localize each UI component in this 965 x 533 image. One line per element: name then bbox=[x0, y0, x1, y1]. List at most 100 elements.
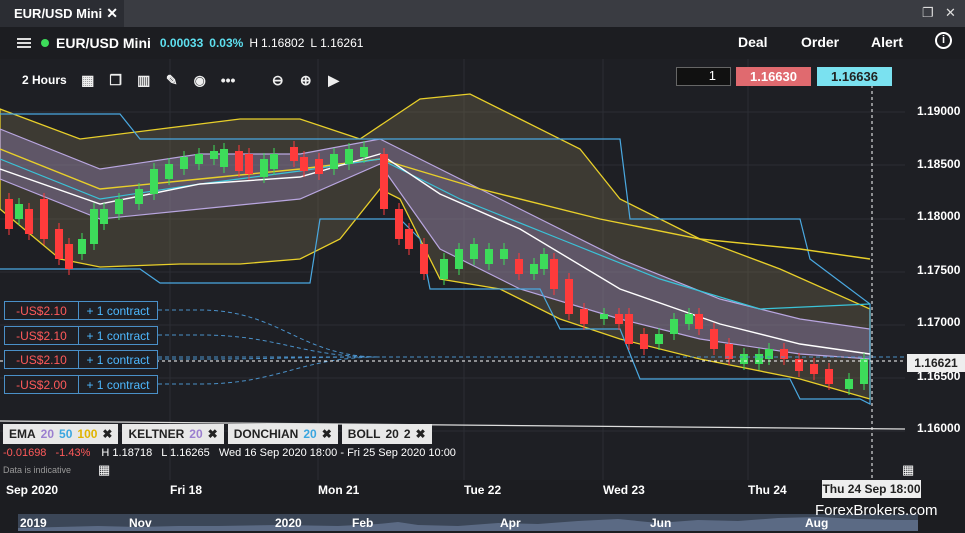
restore-window-icon[interactable]: ❐ bbox=[922, 5, 934, 21]
candle bbox=[5, 199, 13, 229]
candle bbox=[485, 249, 493, 264]
candle bbox=[515, 259, 523, 274]
candle bbox=[440, 259, 448, 279]
candle bbox=[860, 359, 868, 384]
candle bbox=[150, 169, 158, 194]
indicator-ema[interactable]: EMA 20 50 100 ✖ bbox=[3, 424, 119, 444]
close-icon[interactable]: ✕ bbox=[106, 5, 118, 22]
indicator-param: 20 bbox=[303, 427, 317, 441]
indicator-param: 20 bbox=[385, 427, 399, 441]
candle bbox=[330, 154, 338, 169]
alert-button[interactable]: Alert bbox=[871, 34, 903, 50]
candle bbox=[55, 229, 63, 259]
sell-price-button[interactable]: 1.16630 bbox=[736, 67, 811, 86]
play-icon[interactable]: ▶ bbox=[327, 73, 341, 87]
candle bbox=[695, 314, 703, 329]
remove-indicator-icon[interactable]: ✖ bbox=[322, 427, 332, 441]
candle bbox=[245, 154, 253, 174]
candle bbox=[180, 157, 188, 169]
candle bbox=[740, 354, 748, 364]
calendar-icon[interactable]: ▦ bbox=[902, 462, 914, 478]
candle bbox=[625, 314, 633, 344]
working-order[interactable]: -US$2.10 + 1 contract bbox=[4, 350, 158, 369]
candle bbox=[380, 154, 388, 209]
buy-price-button[interactable]: 1.16636 bbox=[817, 67, 892, 86]
info-icon[interactable]: i bbox=[935, 32, 952, 49]
candle bbox=[810, 364, 818, 374]
candle bbox=[755, 354, 763, 364]
market-status-dot bbox=[41, 39, 49, 47]
x-axis: Sep 2020 Fri 18 Mon 21 Tue 22 Wed 23 Thu… bbox=[0, 480, 965, 498]
high-value: 1.16802 bbox=[260, 36, 305, 50]
draw-icon[interactable]: ✎ bbox=[165, 73, 179, 87]
more-icon[interactable]: ••• bbox=[221, 73, 236, 87]
candle bbox=[470, 244, 478, 259]
y-tick: 1.19000 bbox=[917, 104, 961, 118]
change-pct: 0.03% bbox=[209, 36, 244, 50]
quantity-input[interactable]: 1 bbox=[676, 67, 731, 86]
indicator-param: 20 bbox=[189, 427, 203, 441]
remove-indicator-icon[interactable]: ✖ bbox=[208, 427, 218, 441]
indicator-donchian[interactable]: DONCHIAN 20 ✖ bbox=[227, 424, 338, 444]
candle bbox=[565, 279, 573, 314]
indicator-param: 20 bbox=[40, 427, 55, 441]
instrument-toolbar: EUR/USD Mini 0.00033 0.03% H 1.16802 L 1… bbox=[0, 27, 965, 59]
symbol-label[interactable]: EUR/USD Mini bbox=[56, 35, 151, 51]
navigator-track[interactable]: 2019 Nov 2020 Feb Apr Jun Aug bbox=[18, 514, 918, 531]
menu-icon[interactable] bbox=[17, 36, 31, 50]
candle bbox=[315, 159, 323, 174]
close-window-icon[interactable]: ✕ bbox=[945, 5, 956, 21]
range-low: L 1.16265 bbox=[161, 447, 210, 459]
zoom-out-icon[interactable]: ⊖ bbox=[271, 73, 285, 87]
candle bbox=[165, 164, 173, 179]
indicative-note: Data is indicative bbox=[3, 465, 72, 475]
order-connector bbox=[158, 309, 381, 358]
candle bbox=[195, 154, 203, 164]
candle bbox=[115, 199, 123, 214]
indicator-param: 50 bbox=[59, 427, 73, 441]
candle bbox=[825, 369, 833, 384]
timeframe-selector[interactable]: 2 Hours bbox=[22, 73, 67, 87]
templates-icon[interactable]: ❐ bbox=[109, 73, 123, 87]
eye-icon[interactable]: ◉ bbox=[193, 73, 207, 87]
zoom-in-icon[interactable]: ⊕ bbox=[299, 73, 313, 87]
order-contract: + 1 contract bbox=[86, 352, 150, 367]
order-button[interactable]: Order bbox=[801, 34, 839, 50]
chart-type-icon[interactable]: ▥ bbox=[137, 73, 151, 87]
candle bbox=[600, 314, 608, 319]
deal-button[interactable]: Deal bbox=[738, 34, 768, 50]
indicator-keltner[interactable]: KELTNER 20 ✖ bbox=[122, 424, 224, 444]
chart-area[interactable] bbox=[0, 59, 965, 480]
current-price-label: 1.16621 bbox=[907, 354, 965, 372]
range-high: H 1.18718 bbox=[101, 447, 153, 459]
candle bbox=[530, 264, 538, 274]
remove-indicator-icon[interactable]: ✖ bbox=[102, 427, 112, 441]
order-amount: -US$2.00 bbox=[5, 376, 79, 393]
calendar-icon[interactable]: ▦ bbox=[98, 462, 110, 478]
order-amount: -US$2.10 bbox=[5, 302, 79, 319]
tab-bar: EUR/USD Mini ✕ ❐ ✕ bbox=[0, 0, 965, 27]
candle bbox=[270, 154, 278, 169]
x-tick: Fri 18 bbox=[170, 483, 203, 497]
working-order[interactable]: -US$2.10 + 1 contract bbox=[4, 326, 158, 345]
indicator-boll[interactable]: BOLL 20 2 ✖ bbox=[341, 424, 432, 444]
x-tick: Thu 24 bbox=[748, 483, 787, 497]
order-amount: -US$2.10 bbox=[5, 351, 79, 368]
candle bbox=[550, 259, 558, 289]
working-order[interactable]: -US$2.00 + 1 contract bbox=[4, 375, 158, 394]
remove-indicator-icon[interactable]: ✖ bbox=[416, 427, 426, 441]
x-tick: Sep 2020 bbox=[6, 483, 59, 497]
candle bbox=[100, 209, 108, 224]
tab-eurusd[interactable]: EUR/USD Mini ✕ bbox=[0, 0, 124, 27]
calendar-icon[interactable]: ▦ bbox=[81, 73, 95, 87]
candle bbox=[580, 309, 588, 324]
order-amount: -US$2.10 bbox=[5, 327, 79, 344]
price-chart bbox=[0, 59, 906, 480]
candle bbox=[15, 204, 23, 219]
working-order[interactable]: -US$2.10 + 1 contract bbox=[4, 301, 158, 320]
candle bbox=[640, 334, 648, 349]
brand-watermark: ForexBrokers.com bbox=[815, 502, 938, 519]
tab-title: EUR/USD Mini bbox=[14, 6, 103, 21]
order-contract: + 1 contract bbox=[86, 303, 150, 318]
candle bbox=[90, 209, 98, 244]
